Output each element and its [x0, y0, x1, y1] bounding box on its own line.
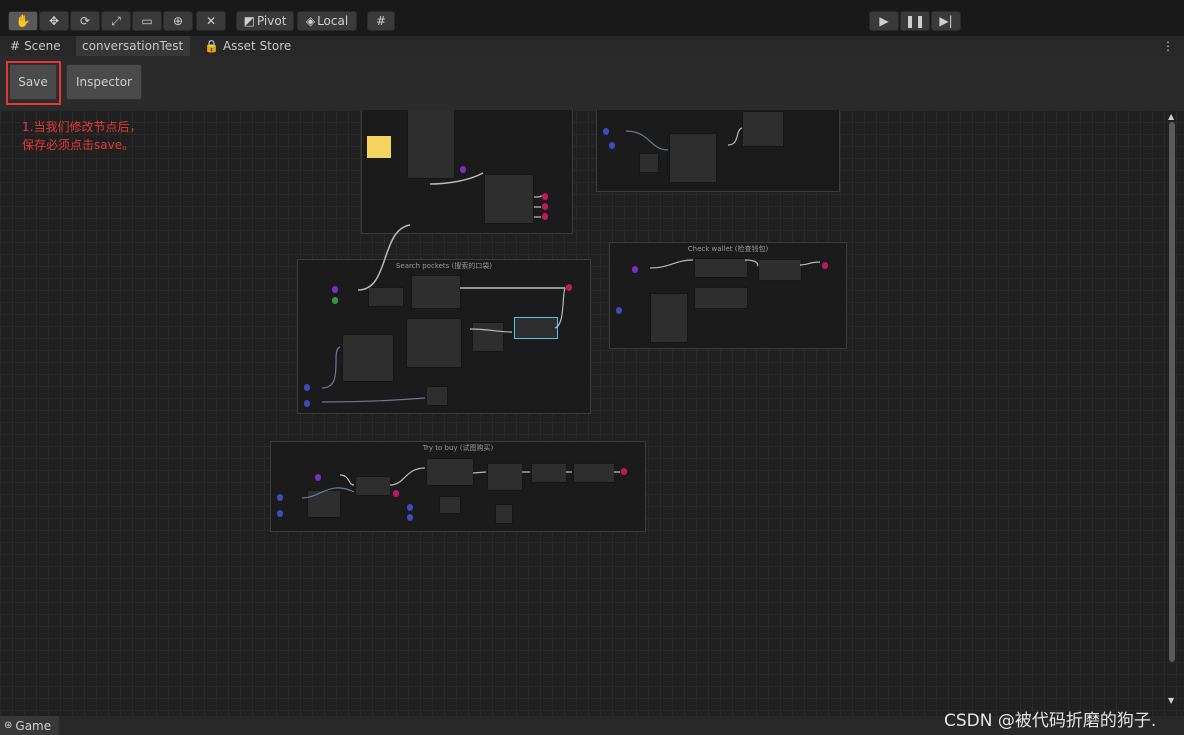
wire: [469, 328, 513, 333]
local-label: Local: [317, 14, 349, 28]
transform-icon: ⊕: [172, 14, 184, 28]
wire: [357, 224, 411, 291]
tab-game-label: Game: [15, 718, 52, 733]
move-icon: ✥: [48, 14, 60, 28]
graph-header: Save Inspector: [0, 56, 1184, 110]
scroll-up-icon[interactable]: ▲: [1168, 112, 1174, 121]
scale-icon: ⤢: [111, 13, 121, 28]
main-toolbar: ✋ ✥ ⟳ ⤢ ▭ ⊕ ✕ ◩ Pivot ◈ Local # ▶ ❚❚ ▶|: [0, 7, 1184, 36]
annotation-line-1: 1.当我们修改节点后，: [22, 120, 142, 134]
game-icon: ⊛: [4, 720, 13, 731]
tab-menu-button[interactable]: ⋮: [1162, 36, 1174, 56]
scale-tool-button[interactable]: ⤢: [101, 11, 131, 31]
wire: [533, 195, 542, 218]
pivot-icon: ◩: [243, 14, 255, 28]
rect-icon: ▭: [141, 14, 153, 28]
tab-game[interactable]: ⊛ Game: [0, 716, 60, 735]
wire: [389, 467, 426, 486]
tab-asset-store[interactable]: 🔒 Asset Store: [200, 36, 295, 56]
rotate-icon: ⟳: [79, 14, 91, 28]
pause-button[interactable]: ❚❚: [900, 11, 930, 31]
scene-grid-icon: #: [10, 39, 21, 53]
wire: [339, 474, 355, 486]
rect-tool-button[interactable]: ▭: [132, 11, 162, 31]
node-wires: [301, 127, 821, 499]
pivot-toggle[interactable]: ◩ Pivot: [236, 11, 294, 31]
grid-snap-icon: #: [375, 14, 387, 28]
custom-tool-icon: ✕: [205, 14, 217, 28]
wire: [625, 130, 669, 151]
wire: [727, 127, 743, 146]
hand-icon: ✋: [15, 14, 31, 28]
wire: [744, 259, 821, 267]
window-tab-bar: # Scene conversationTest 🔒 Asset Store ⋮: [0, 36, 1184, 56]
menu-bar: [0, 0, 1184, 7]
tab-scene[interactable]: # Scene: [4, 36, 67, 56]
inspector-button[interactable]: Inspector: [66, 64, 142, 100]
local-toggle[interactable]: ◈ Local: [297, 11, 357, 31]
step-icon: ▶|: [939, 14, 953, 28]
tab-asset-store-label: Asset Store: [222, 39, 292, 53]
local-icon: ◈: [305, 14, 316, 28]
wire: [554, 287, 566, 329]
hand-tool-button[interactable]: ✋: [8, 11, 38, 31]
scrollbar-thumb[interactable]: [1169, 122, 1175, 662]
play-button[interactable]: ▶: [869, 11, 899, 31]
wire: [649, 259, 694, 269]
vertical-scrollbar[interactable]: ▲ ▼: [1166, 112, 1178, 706]
tab-conversation[interactable]: conversationTest: [76, 36, 190, 56]
more-icon: ⋮: [1162, 39, 1174, 53]
tab-scene-label: Scene: [24, 39, 61, 53]
pause-icon: ❚❚: [904, 14, 926, 28]
watermark-text: CSDN @被代码折磨的狗子.: [944, 711, 1157, 731]
rotate-tool-button[interactable]: ⟳: [70, 11, 100, 31]
scroll-down-icon[interactable]: ▼: [1168, 696, 1174, 705]
wire: [321, 346, 341, 389]
custom-tool-button[interactable]: ✕: [196, 11, 226, 31]
save-highlight-box: [6, 61, 61, 105]
play-icon: ▶: [879, 14, 889, 28]
annotation-text: 1.当我们修改节点后， 保存必须点击save。: [22, 118, 141, 154]
wire: [429, 172, 484, 185]
annotation-line-2: 保存必须点击save。: [22, 138, 135, 152]
grid-snap-button[interactable]: #: [367, 11, 395, 31]
wire: [321, 397, 426, 403]
pivot-label: Pivot: [256, 14, 287, 28]
graph-canvas[interactable]: Search pockets (搜索的口袋) Check wallet (检查钱…: [0, 110, 1184, 716]
tab-conversation-label: conversationTest: [82, 39, 184, 53]
wire: [472, 471, 620, 474]
move-tool-button[interactable]: ✥: [39, 11, 69, 31]
wire: [301, 487, 355, 499]
transform-tool-button[interactable]: ⊕: [163, 11, 193, 31]
step-button[interactable]: ▶|: [931, 11, 961, 31]
lock-icon: 🔒: [204, 39, 219, 53]
